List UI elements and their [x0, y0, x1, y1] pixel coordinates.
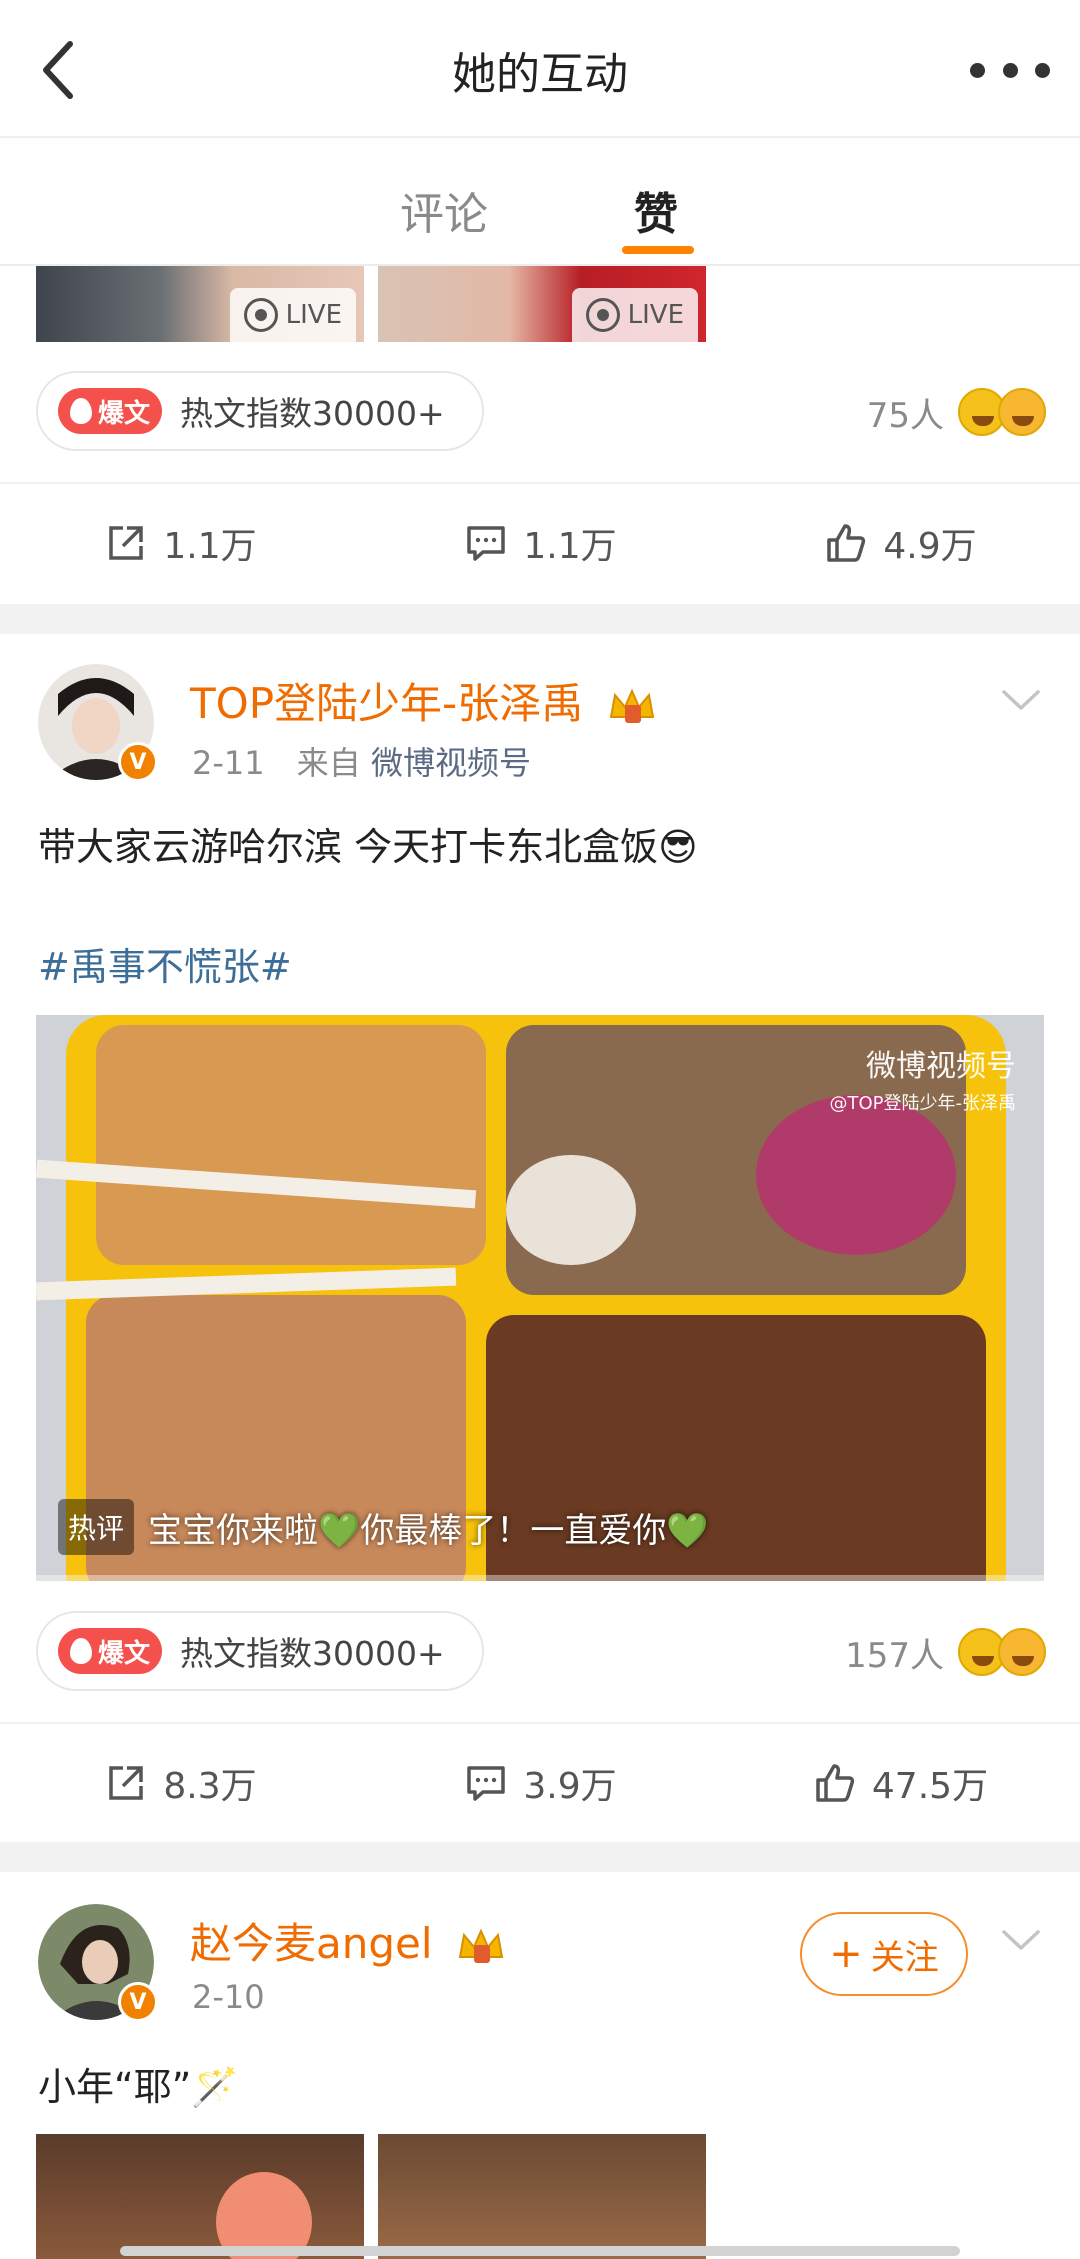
repost-icon: [109, 1766, 144, 1800]
vip-crown-icon: [458, 1928, 504, 1963]
post-image[interactable]: [378, 2134, 706, 2259]
laugh-emoji-icon: [998, 388, 1046, 436]
avatar[interactable]: V: [38, 664, 158, 782]
hot-badge-label: 爆文: [98, 398, 151, 429]
hot-badge-label: 爆文: [98, 1638, 151, 1669]
post-date: 2-11: [192, 744, 265, 782]
live-icon: [585, 298, 620, 332]
likers-summary[interactable]: 75人: [867, 382, 1046, 442]
post-text: 带大家云游哈尔滨 今天打卡东北盒饭😎: [38, 825, 698, 869]
tab-bar: 评论 赞: [0, 140, 1080, 266]
post-divider: [0, 1842, 1080, 1872]
live-label: LIVE: [285, 300, 342, 330]
post-text: 小年“耶”🪄: [38, 2065, 239, 2109]
hot-badge: 爆文: [58, 1628, 163, 1674]
comment-icon: [467, 1766, 506, 1801]
tab-comments[interactable]: 评论: [400, 178, 488, 242]
more-dot-icon: [1035, 62, 1050, 78]
hot-badge: 爆文: [58, 388, 163, 434]
like-count: 47.5万: [871, 1766, 989, 1807]
hot-comment-text: 宝宝你来啦💚你最棒了！一直爱你💚: [148, 1510, 709, 1551]
top-bar: 她的互动: [0, 0, 1080, 138]
repost-count: 1.1万: [163, 526, 257, 567]
post-username[interactable]: 赵今麦angel: [190, 1910, 506, 1971]
tab-likes[interactable]: 赞: [634, 178, 678, 242]
post3-images: [36, 2134, 706, 2259]
likers-summary[interactable]: 157人: [845, 1622, 1046, 1682]
live-photo-badge: LIVE: [571, 288, 698, 342]
repost-icon: [109, 526, 144, 560]
post-date: 2-10: [192, 1978, 265, 2016]
hot-comment-tag: 热评: [58, 1499, 135, 1555]
hot-post-pill[interactable]: 爆文 热文指数30000+: [36, 371, 484, 451]
comment-count: 3.9万: [523, 1766, 617, 1807]
follow-button[interactable]: + 关注: [800, 1912, 968, 1996]
repost-button[interactable]: 8.3万: [0, 1724, 360, 1842]
watermark-text: 微博视频号: [866, 1049, 1016, 1084]
comment-button[interactable]: 1.1万: [360, 484, 720, 602]
like-button[interactable]: 47.5万: [720, 1724, 1080, 1842]
comment-icon: [467, 526, 506, 561]
repost-button[interactable]: 1.1万: [0, 484, 360, 602]
video-player[interactable]: 微博视频号 @TOP登陆少年-张泽禹 热评 宝宝你来啦💚你最棒了！一直爱你💚: [36, 1015, 1044, 1581]
post-username[interactable]: TOP登陆少年-张泽禹: [190, 670, 657, 731]
repost-count: 8.3万: [163, 1766, 257, 1807]
thumbs-up-icon: [827, 524, 866, 562]
comment-button[interactable]: 3.9万: [360, 1724, 720, 1842]
post-image[interactable]: [36, 2134, 364, 2259]
likers-count: 75人: [866, 395, 944, 436]
home-indicator: [120, 2246, 960, 2256]
reaction-emojis: [958, 388, 1046, 436]
like-button[interactable]: 4.9万: [720, 484, 1080, 602]
flame-icon: [70, 398, 92, 424]
vip-crown-icon: [609, 688, 654, 723]
chevron-down-icon[interactable]: [998, 676, 1044, 722]
thumbs-up-icon: [816, 1764, 855, 1802]
verified-badge-icon: V: [118, 1982, 158, 2022]
post1-images: LIVE LIVE: [36, 266, 706, 342]
hot-index-text: 热文指数30000+: [180, 1634, 445, 1673]
avatar[interactable]: V: [38, 1904, 158, 2022]
plus-icon: +: [829, 1931, 863, 1977]
reaction-emojis: [958, 1628, 1046, 1676]
active-tab-indicator: [622, 246, 694, 254]
flame-icon: [70, 1638, 92, 1664]
live-icon: [243, 298, 278, 332]
like-count: 4.9万: [883, 526, 977, 567]
source-prefix: 来自: [296, 744, 361, 782]
video-progress-bar[interactable]: [36, 1575, 1044, 1581]
post-meta: 2-11 来自 微博视频号: [192, 738, 531, 784]
hot-comment-overlay: 热评 宝宝你来啦💚你最棒了！一直爱你💚: [58, 1499, 709, 1555]
more-dot-icon: [1002, 62, 1018, 78]
post-image[interactable]: LIVE: [36, 266, 364, 342]
post2-action-bar: 8.3万 3.9万 47.5万: [0, 1722, 1080, 1842]
hot-index-text: 热文指数30000+: [180, 394, 445, 433]
live-photo-badge: LIVE: [229, 288, 356, 342]
chevron-down-icon[interactable]: [998, 1916, 1044, 1962]
follow-label: 关注: [870, 1937, 939, 1978]
video-watermark: 微博视频号 @TOP登陆少年-张泽禹: [829, 1041, 1016, 1115]
username-text: TOP登陆少年-张泽禹: [190, 679, 584, 728]
post1-action-bar: 1.1万 1.1万 4.9万: [0, 482, 1080, 602]
verified-badge-icon: V: [118, 742, 158, 782]
laugh-emoji-icon: [998, 1628, 1046, 1676]
hashtag-link[interactable]: #禹事不慌张#: [38, 936, 292, 991]
post-meta: 2-10: [192, 1978, 265, 2016]
more-dot-icon: [970, 62, 985, 78]
more-button[interactable]: [970, 44, 1050, 96]
page-title: 她的互动: [452, 49, 628, 100]
username-text: 赵今麦angel: [190, 1919, 433, 1968]
hot-post-pill[interactable]: 爆文 热文指数30000+: [36, 1611, 484, 1691]
post-image[interactable]: LIVE: [378, 266, 706, 342]
likers-count: 157人: [845, 1635, 944, 1676]
source-link[interactable]: 微博视频号: [371, 744, 531, 782]
live-label: LIVE: [627, 300, 684, 330]
watermark-sub: @TOP登陆少年-张泽禹: [829, 1093, 1016, 1114]
post-divider: [0, 604, 1080, 634]
comment-count: 1.1万: [523, 526, 617, 567]
